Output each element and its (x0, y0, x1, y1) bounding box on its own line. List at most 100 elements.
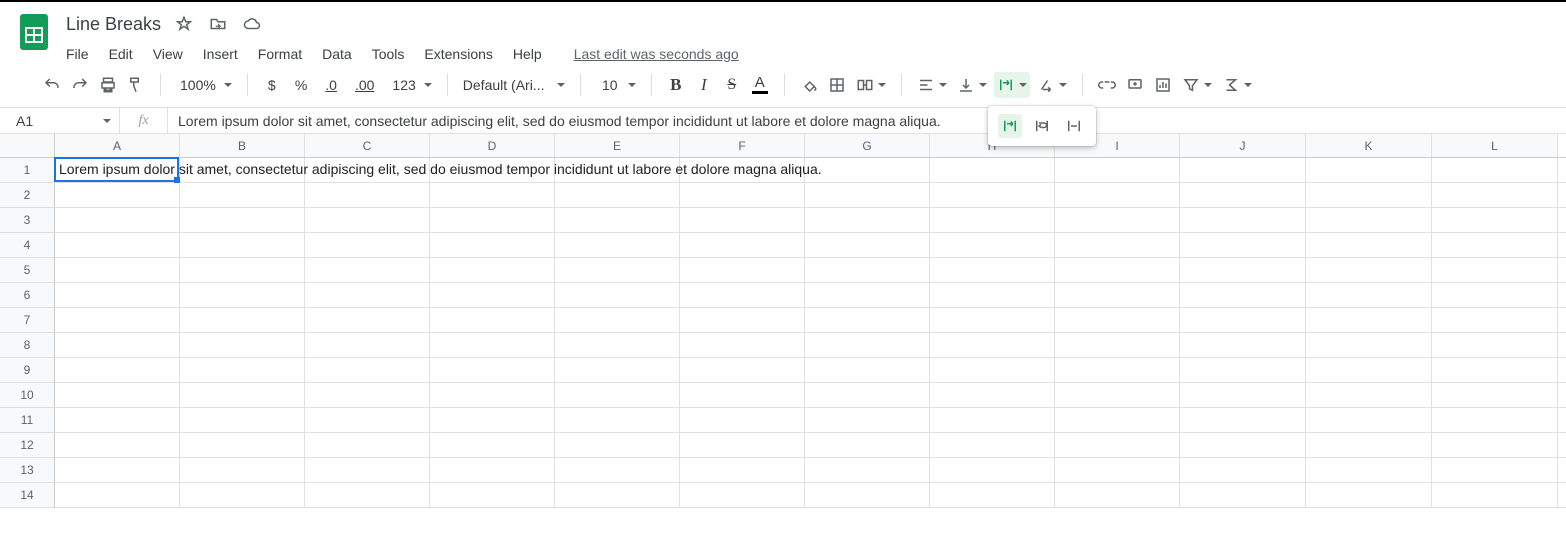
cell-A3[interactable] (55, 208, 180, 232)
cell-D4[interactable] (430, 233, 555, 257)
cell-H9[interactable] (930, 358, 1055, 382)
cell-J5[interactable] (1180, 258, 1306, 282)
cell-F8[interactable] (680, 333, 805, 357)
cell-F6[interactable] (680, 283, 805, 307)
cell-G3[interactable] (805, 208, 930, 232)
cell-H2[interactable] (930, 183, 1055, 207)
row-header-5[interactable]: 5 (0, 258, 55, 283)
cell-G14[interactable] (805, 483, 930, 507)
print-button[interactable] (96, 72, 120, 98)
filter-button[interactable] (1179, 72, 1215, 98)
cell-A4[interactable] (55, 233, 180, 257)
cell-H14[interactable] (930, 483, 1055, 507)
cell-K8[interactable] (1306, 333, 1432, 357)
cell-A8[interactable] (55, 333, 180, 357)
cell-A5[interactable] (55, 258, 180, 282)
column-header-D[interactable]: D (430, 134, 555, 157)
menu-file[interactable]: File (66, 46, 89, 62)
cell-G12[interactable] (805, 433, 930, 457)
cell-E6[interactable] (555, 283, 680, 307)
cell-D12[interactable] (430, 433, 555, 457)
menu-data[interactable]: Data (322, 46, 352, 62)
cell-L2[interactable] (1432, 183, 1558, 207)
cell-K1[interactable] (1306, 158, 1432, 182)
cell-E5[interactable] (555, 258, 680, 282)
increase-decimal-button[interactable]: .00 (348, 72, 381, 98)
row-header-7[interactable]: 7 (0, 308, 55, 333)
cell-C3[interactable] (305, 208, 430, 232)
cell-H8[interactable] (930, 333, 1055, 357)
cell-J6[interactable] (1180, 283, 1306, 307)
paint-format-button[interactable] (124, 72, 148, 98)
text-wrap-button[interactable] (994, 72, 1030, 98)
cell-C5[interactable] (305, 258, 430, 282)
cell-E14[interactable] (555, 483, 680, 507)
cell-L5[interactable] (1432, 258, 1558, 282)
cell-I9[interactable] (1055, 358, 1180, 382)
cell-G1[interactable] (805, 158, 930, 182)
star-icon[interactable] (175, 15, 193, 33)
column-header-L[interactable]: L (1432, 134, 1558, 157)
cell-I10[interactable] (1055, 383, 1180, 407)
cell-A7[interactable] (55, 308, 180, 332)
cell-I14[interactable] (1055, 483, 1180, 507)
cell-C8[interactable] (305, 333, 430, 357)
cell-B6[interactable] (180, 283, 305, 307)
merge-cells-button[interactable] (853, 72, 889, 98)
cell-J7[interactable] (1180, 308, 1306, 332)
menu-help[interactable]: Help (513, 46, 542, 62)
cell-D13[interactable] (430, 458, 555, 482)
cell-D7[interactable] (430, 308, 555, 332)
cell-A6[interactable] (55, 283, 180, 307)
cell-D10[interactable] (430, 383, 555, 407)
cell-D11[interactable] (430, 408, 555, 432)
cell-J3[interactable] (1180, 208, 1306, 232)
cell-K5[interactable] (1306, 258, 1432, 282)
wrap-overflow-option[interactable] (998, 114, 1022, 138)
column-header-K[interactable]: K (1306, 134, 1432, 157)
cell-D3[interactable] (430, 208, 555, 232)
menu-view[interactable]: View (153, 46, 183, 62)
cell-E11[interactable] (555, 408, 680, 432)
cell-E4[interactable] (555, 233, 680, 257)
wrap-clip-option[interactable] (1062, 114, 1086, 138)
row-header-12[interactable]: 12 (0, 433, 55, 458)
cell-L10[interactable] (1432, 383, 1558, 407)
strikethrough-button[interactable]: S (720, 72, 744, 98)
cell-B7[interactable] (180, 308, 305, 332)
cell-J9[interactable] (1180, 358, 1306, 382)
cell-F5[interactable] (680, 258, 805, 282)
row-header-4[interactable]: 4 (0, 233, 55, 258)
cell-D9[interactable] (430, 358, 555, 382)
cell-C10[interactable] (305, 383, 430, 407)
cell-H13[interactable] (930, 458, 1055, 482)
font-dropdown[interactable]: Default (Ari... (460, 72, 568, 98)
menu-edit[interactable]: Edit (109, 46, 133, 62)
cell-F4[interactable] (680, 233, 805, 257)
cell-K6[interactable] (1306, 283, 1432, 307)
cell-J12[interactable] (1180, 433, 1306, 457)
cell-B14[interactable] (180, 483, 305, 507)
cell-K2[interactable] (1306, 183, 1432, 207)
cell-F7[interactable] (680, 308, 805, 332)
cell-A9[interactable] (55, 358, 180, 382)
text-color-button[interactable]: A (748, 72, 772, 98)
column-header-G[interactable]: G (805, 134, 930, 157)
cell-G2[interactable] (805, 183, 930, 207)
row-header-11[interactable]: 11 (0, 408, 55, 433)
row-header-14[interactable]: 14 (0, 483, 55, 508)
wrap-wrap-option[interactable] (1030, 114, 1054, 138)
fill-color-button[interactable] (797, 72, 821, 98)
cell-G6[interactable] (805, 283, 930, 307)
cell-E9[interactable] (555, 358, 680, 382)
cell-C2[interactable] (305, 183, 430, 207)
cell-I5[interactable] (1055, 258, 1180, 282)
cell-L1[interactable] (1432, 158, 1558, 182)
cell-H7[interactable] (930, 308, 1055, 332)
cell-G9[interactable] (805, 358, 930, 382)
cell-A10[interactable] (55, 383, 180, 407)
cell-F2[interactable] (680, 183, 805, 207)
cell-H3[interactable] (930, 208, 1055, 232)
cell-B2[interactable] (180, 183, 305, 207)
cell-J14[interactable] (1180, 483, 1306, 507)
